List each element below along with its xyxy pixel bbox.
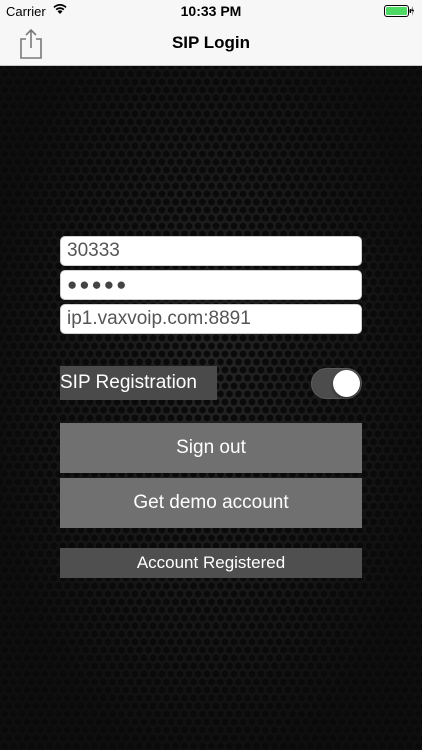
battery-charging-icon bbox=[384, 5, 414, 20]
page-title: SIP Login bbox=[171, 33, 251, 52]
status-bar: Carrier 10:33 PM bbox=[0, 0, 422, 22]
sign-out-button[interactable]: Sign out bbox=[60, 423, 362, 473]
login-panel: 30333 ●●●●● ip1.vaxvoip.com:8891 SIP Reg… bbox=[0, 66, 422, 750]
server-field[interactable]: ip1.vaxvoip.com:8891 bbox=[60, 304, 362, 334]
sip-registration-label: SIP Registration bbox=[60, 366, 217, 400]
sip-registration-toggle[interactable] bbox=[311, 368, 362, 399]
password-field[interactable]: ●●●●● bbox=[60, 270, 362, 300]
username-field[interactable]: 30333 bbox=[60, 236, 362, 266]
navigation-bar: SIP Login bbox=[0, 22, 422, 66]
clock-time: 10:33 PM bbox=[180, 3, 242, 19]
get-demo-account-button[interactable]: Get demo account bbox=[60, 478, 362, 528]
toggle-knob bbox=[333, 370, 360, 397]
registration-status: Account Registered bbox=[60, 548, 362, 578]
